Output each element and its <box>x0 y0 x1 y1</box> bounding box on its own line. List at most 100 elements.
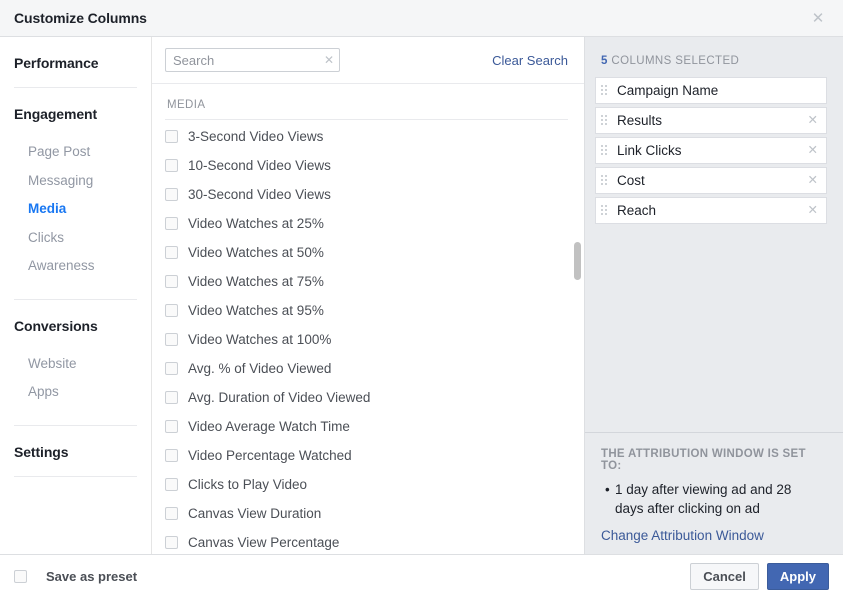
sidebar-item-apps[interactable]: Apps <box>14 378 137 407</box>
selected-column-name: Reach <box>617 203 656 218</box>
selected-column-name: Results <box>617 113 662 128</box>
option-checkbox[interactable] <box>165 304 178 317</box>
search-input[interactable] <box>165 48 340 72</box>
sidebar-heading-settings[interactable]: Settings <box>14 426 137 476</box>
sidebar-item-awareness[interactable]: Awareness <box>14 252 137 281</box>
sidebar-group-settings: Settings <box>14 426 137 476</box>
save-as-preset-checkbox[interactable] <box>14 570 27 583</box>
option-label: Avg. Duration of Video Viewed <box>188 390 370 405</box>
columns-browser: ✕ Clear Search MEDIA 3-Second Video View… <box>152 37 585 554</box>
option-checkbox[interactable] <box>165 333 178 346</box>
cancel-button[interactable]: Cancel <box>690 563 759 590</box>
save-as-preset-label: Save as preset <box>46 569 137 584</box>
sidebar-divider <box>14 476 137 477</box>
option-label: Clicks to Play Video <box>188 477 307 492</box>
option-row[interactable]: Video Percentage Watched <box>165 441 568 470</box>
option-row[interactable]: Clicks to Play Video <box>165 470 568 499</box>
option-rows-container: 3-Second Video Views10-Second Video View… <box>165 122 568 554</box>
sidebar-item-media[interactable]: Media <box>14 195 137 224</box>
page-title: Customize Columns <box>14 10 147 26</box>
clear-icon[interactable]: ✕ <box>324 54 334 66</box>
option-checkbox[interactable] <box>165 217 178 230</box>
option-row[interactable]: Video Watches at 95% <box>165 296 568 325</box>
customize-columns-dialog: Customize Columns ✕ Performance Engageme… <box>0 0 843 598</box>
selected-columns-list: Campaign NameResults✕Link Clicks✕Cost✕Re… <box>585 77 843 432</box>
option-row[interactable]: 30-Second Video Views <box>165 180 568 209</box>
option-checkbox[interactable] <box>165 246 178 259</box>
drag-handle-icon[interactable] <box>601 115 610 126</box>
option-checkbox[interactable] <box>165 449 178 462</box>
drag-handle-icon[interactable] <box>601 85 610 96</box>
clear-search-link[interactable]: Clear Search <box>492 53 568 68</box>
sidebar: Performance Engagement Page Post Messagi… <box>0 37 152 554</box>
list-scrollbar-thumb[interactable] <box>574 242 581 280</box>
selected-column-item[interactable]: Cost✕ <box>595 167 827 194</box>
selected-heading-text: COLUMNS SELECTED <box>611 55 739 67</box>
option-label: Video Watches at 75% <box>188 274 324 289</box>
selected-columns-panel: 5 COLUMNS SELECTED Campaign Name Results ✕… <box>585 37 843 554</box>
option-checkbox[interactable] <box>165 536 178 549</box>
option-row[interactable]: Canvas View Duration <box>165 499 568 528</box>
drag-handle-icon[interactable] <box>601 205 610 216</box>
selected-count: 5 <box>601 55 608 67</box>
selected-column-item[interactable]: Link Clicks✕ <box>595 137 827 164</box>
drag-handle-icon[interactable] <box>601 145 610 156</box>
option-row[interactable]: Avg. Duration of Video Viewed <box>165 383 568 412</box>
option-checkbox[interactable] <box>165 159 178 172</box>
sidebar-item-website[interactable]: Website <box>14 350 137 379</box>
drag-handle-icon[interactable] <box>601 175 610 186</box>
remove-column-icon[interactable]: ✕ <box>802 174 818 187</box>
option-row[interactable]: 10-Second Video Views <box>165 151 568 180</box>
remove-column-icon[interactable]: ✕ <box>802 204 818 217</box>
sidebar-heading-conversions[interactable]: Conversions <box>14 300 137 350</box>
footer-buttons: Cancel Apply <box>690 563 829 590</box>
sidebar-group-engagement: Engagement Page Post Messaging Media Cli… <box>14 88 137 299</box>
option-checkbox[interactable] <box>165 362 178 375</box>
dialog-footer: Save as preset Cancel Apply <box>0 554 843 598</box>
option-checkbox[interactable] <box>165 188 178 201</box>
sidebar-heading-engagement[interactable]: Engagement <box>14 88 137 138</box>
selected-column-item[interactable]: Reach ✕ <box>595 197 827 224</box>
option-checkbox[interactable] <box>165 391 178 404</box>
option-checkbox[interactable] <box>165 420 178 433</box>
option-row[interactable]: Video Watches at 25% <box>165 209 568 238</box>
section-label-media: MEDIA <box>165 84 568 120</box>
attribution-heading: THE ATTRIBUTION WINDOW IS SET TO: <box>601 448 827 472</box>
option-checkbox[interactable] <box>165 507 178 520</box>
search-box: ✕ <box>165 48 340 72</box>
option-label: Video Watches at 50% <box>188 245 324 260</box>
option-row[interactable]: Video Watches at 100% <box>165 325 568 354</box>
option-checkbox[interactable] <box>165 130 178 143</box>
list-scrollbar[interactable] <box>574 84 581 554</box>
options-list: MEDIA 3-Second Video Views10-Second Vide… <box>152 84 584 554</box>
save-as-preset-control[interactable]: Save as preset <box>14 569 137 584</box>
option-label: Avg. % of Video Viewed <box>188 361 331 376</box>
option-row[interactable]: Video Watches at 50% <box>165 238 568 267</box>
option-row[interactable]: 3-Second Video Views <box>165 122 568 151</box>
close-icon[interactable]: ✕ <box>809 9 827 27</box>
attribution-bullet: • 1 day after viewing ad and 28 days aft… <box>601 481 827 518</box>
attribution-window-box: THE ATTRIBUTION WINDOW IS SET TO: • 1 da… <box>585 432 843 554</box>
option-checkbox[interactable] <box>165 478 178 491</box>
sidebar-item-page-post[interactable]: Page Post <box>14 138 137 167</box>
remove-column-icon[interactable]: ✕ <box>802 114 818 127</box>
option-label: Video Watches at 25% <box>188 216 324 231</box>
sidebar-item-clicks[interactable]: Clicks <box>14 224 137 253</box>
option-label: 30-Second Video Views <box>188 187 331 202</box>
option-row[interactable]: Avg. % of Video Viewed <box>165 354 568 383</box>
selected-columns-heading: 5 COLUMNS SELECTED <box>585 37 843 77</box>
option-row[interactable]: Canvas View Percentage <box>165 528 568 554</box>
change-attribution-window-link[interactable]: Change Attribution Window <box>601 528 827 543</box>
selected-column-item[interactable]: Campaign Name <box>595 77 827 104</box>
option-checkbox[interactable] <box>165 275 178 288</box>
remove-column-icon[interactable]: ✕ <box>802 144 818 157</box>
option-row[interactable]: Video Watches at 75% <box>165 267 568 296</box>
sidebar-heading-performance[interactable]: Performance <box>14 37 137 87</box>
apply-button[interactable]: Apply <box>767 563 829 590</box>
dialog-header: Customize Columns ✕ <box>0 0 843 37</box>
option-label: Canvas View Percentage <box>188 535 339 550</box>
option-row[interactable]: Video Average Watch Time <box>165 412 568 441</box>
sidebar-item-messaging[interactable]: Messaging <box>14 167 137 196</box>
sidebar-group-conversions: Conversions Website Apps <box>14 300 137 425</box>
selected-column-item[interactable]: Results ✕ <box>595 107 827 134</box>
